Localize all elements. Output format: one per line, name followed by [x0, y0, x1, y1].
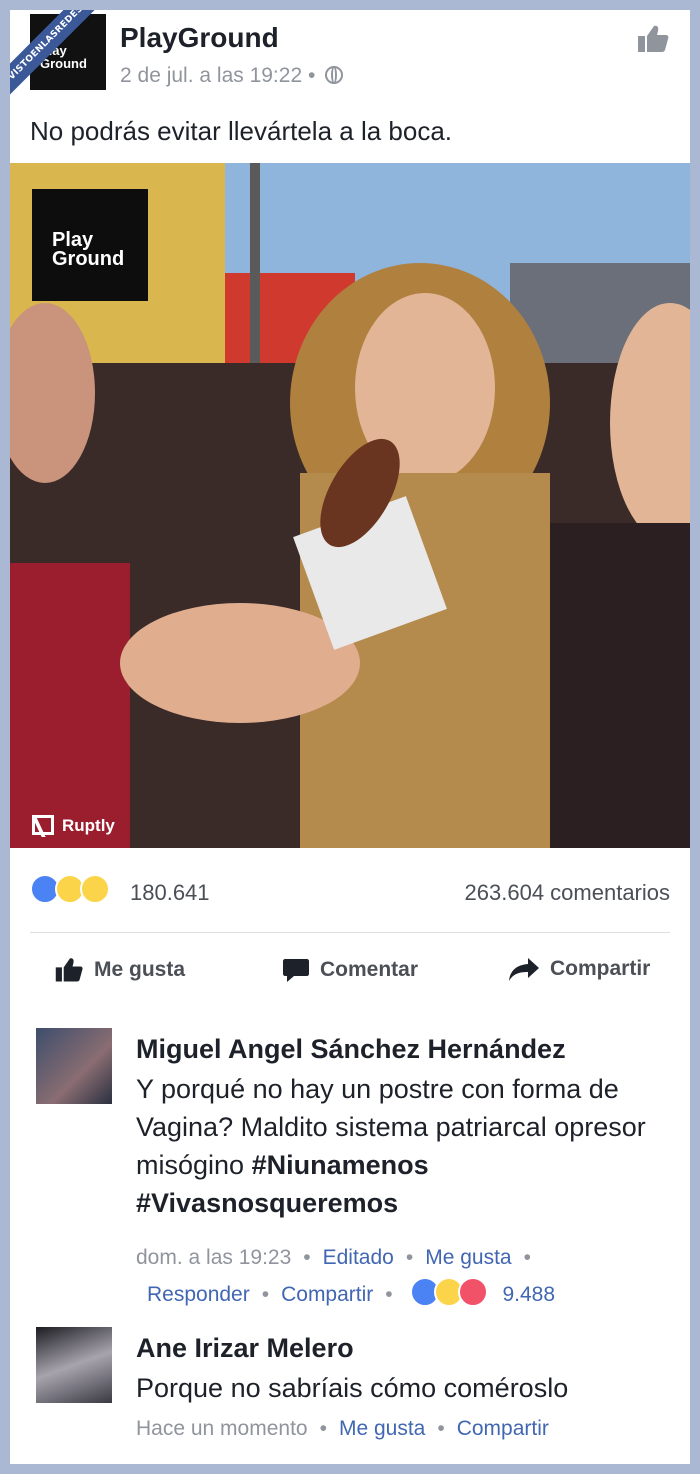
comment-bubble-icon: [283, 959, 309, 982]
share-arrow-icon: [509, 958, 539, 981]
thumbs-up-icon[interactable]: [636, 24, 670, 54]
comment-text: Porque no sabríais cómo coméroslo: [136, 1373, 569, 1403]
edited-label[interactable]: Editado: [323, 1246, 394, 1269]
commenter-avatar[interactable]: [36, 1028, 112, 1104]
comments-count-link[interactable]: 263.604 comentarios: [465, 880, 670, 906]
like-button-label: Me gusta: [94, 958, 186, 981]
post-caption: No podrás evitar llevártela a la boca.: [30, 116, 453, 146]
comment-share-link[interactable]: Compartir: [457, 1417, 549, 1440]
post-frame: VISTOENLASREDES Play Ground PlayGround 2…: [10, 10, 690, 1464]
comment-time[interactable]: Hace un momento: [136, 1417, 308, 1440]
comment-meta-row-1: dom. a las 19:23 • Editado • Me gusta •: [136, 1246, 531, 1269]
comment-author[interactable]: Miguel Angel Sánchez Hernández: [136, 1034, 566, 1065]
page-name-link[interactable]: PlayGround: [120, 22, 279, 54]
comment-meta-row-2: Responder • Compartir • 9.488: [147, 1277, 627, 1307]
action-bar: Me gusta Comentar Compartir: [10, 950, 690, 1000]
globe-icon: [325, 66, 344, 84]
hashtag-link[interactable]: #Vivasnosqueremos: [136, 1188, 398, 1218]
hashtag-link[interactable]: #Niunamenos: [252, 1150, 429, 1180]
comment-reaction-count[interactable]: 9.488: [502, 1283, 555, 1306]
comment-text: Y porqué no hay un postre con forma de V…: [136, 1070, 666, 1222]
reaction-count[interactable]: 180.641: [130, 880, 210, 906]
comment-meta-row: Hace un momento • Me gusta • Compartir: [136, 1417, 549, 1440]
share-button[interactable]: Compartir: [508, 956, 650, 982]
comment-like-link[interactable]: Me gusta: [339, 1417, 425, 1440]
commenter-avatar[interactable]: [36, 1327, 112, 1403]
wow-reaction-icon: [80, 874, 110, 904]
post-header: Play Ground PlayGround 2 de jul. a las 1…: [10, 10, 690, 110]
comment-share-link[interactable]: Compartir: [281, 1283, 373, 1306]
comment-item: Ane Irizar Melero Porque no sabríais cóm…: [10, 1327, 690, 1447]
comment-button-label: Comentar: [320, 958, 419, 981]
video-watermark-logo: Play Ground: [32, 189, 148, 301]
comment-reply-link[interactable]: Responder: [147, 1283, 250, 1306]
share-button-label: Compartir: [550, 957, 651, 980]
ruptly-logo-icon: [32, 815, 54, 835]
comment-author[interactable]: Ane Irizar Melero: [136, 1333, 354, 1364]
comment-button[interactable]: Comentar: [282, 956, 418, 984]
post-time-text: 2 de jul. a las 19:22: [120, 64, 303, 87]
post-timestamp[interactable]: 2 de jul. a las 19:22 •: [120, 64, 344, 88]
comment-like-link[interactable]: Me gusta: [425, 1246, 511, 1269]
comment-time[interactable]: dom. a las 19:23: [136, 1246, 291, 1269]
video-player[interactable]: Play Ground Ruptly: [10, 163, 690, 848]
like-button[interactable]: Me gusta: [54, 956, 185, 984]
thumbs-up-icon: [55, 958, 83, 982]
comment-item: Miguel Angel Sánchez Hernández Y porqué …: [10, 1028, 690, 1308]
video-source-label: Ruptly: [32, 815, 115, 836]
comment-reactions[interactable]: [410, 1277, 502, 1307]
video-source-text: Ruptly: [62, 816, 115, 835]
love-reaction-icon: [458, 1277, 489, 1307]
separator-dot: •: [307, 64, 316, 87]
divider: [30, 932, 670, 933]
post-stats: 180.641 263.604 comentarios: [10, 868, 690, 912]
